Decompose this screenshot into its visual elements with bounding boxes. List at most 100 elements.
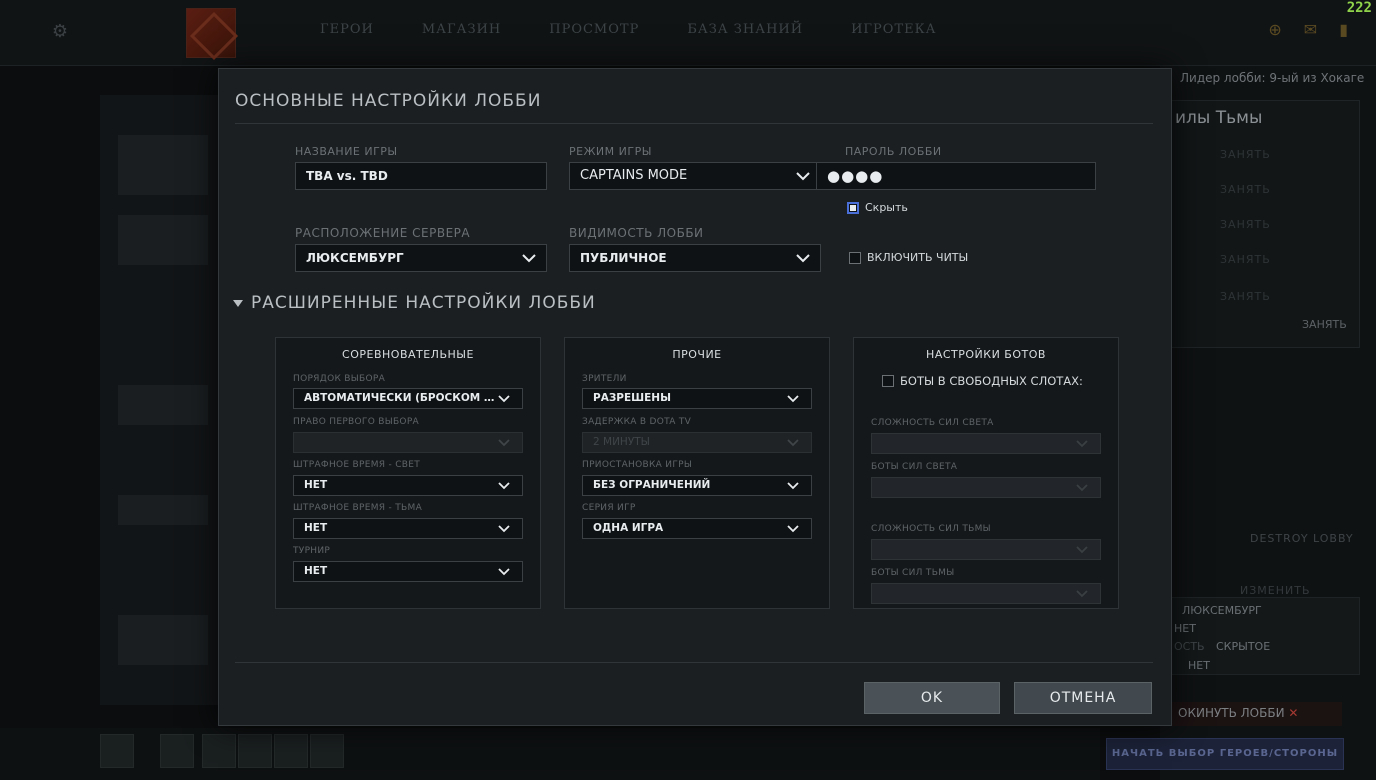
top-nav: ГЕРОИ МАГАЗИН ПРОСМОТР БАЗА ЗНАНИЙ ИГРОТ… [296,22,961,37]
divider [235,662,1153,663]
chevron-down-icon [498,519,512,538]
pause-select[interactable]: БЕЗ ОГРАНИЧЕНИЙ [582,475,812,496]
dire-bots-select [871,583,1101,604]
series-select[interactable]: ОДНА ИГРА [582,518,812,539]
dialog-title: ОСНОВНЫЕ НАСТРОЙКИ ЛОББИ [235,91,542,111]
nav-store[interactable]: МАГАЗИН [398,22,525,37]
bars-icon[interactable]: ▮ [1339,20,1348,39]
party-slot[interactable] [274,734,308,768]
tournament-select[interactable]: НЕТ [293,561,523,582]
enable-cheats-checkbox[interactable]: ВКЛЮЧИТЬ ЧИТЫ [849,251,968,264]
ok-button[interactable]: OK [864,682,1000,714]
chevron-down-icon [1076,540,1090,559]
cancel-button[interactable]: ОТМЕНА [1014,682,1152,714]
chevron-down-icon [1076,478,1090,497]
first-pick-label: ПРАВО ПЕРВОГО ВЫБОРА [293,417,420,427]
pick-order-value: АВТОМАТИЧЕСКИ (БРОСКОМ МОНЕТЫ) [304,392,523,404]
take-slot-button[interactable]: ЗАНЯТЬ [1220,290,1271,303]
radiant-bots-label: БОТЫ СИЛ СВЕТА [871,462,958,472]
settings-gear-icon[interactable]: ⚙ [50,22,70,42]
start-hero-pick-button[interactable]: НАЧАТЬ ВЫБОР ГЕРОЕВ/СТОРОНЫ [1106,738,1344,770]
hide-password-label: Скрыть [865,201,908,214]
pause-label: ПРИОСТАНОВКА ИГРЫ [582,460,693,470]
dire-difficulty-label: СЛОЖНОСТЬ СИЛ ТЬМЫ [871,524,991,534]
chevron-down-icon [1076,584,1090,603]
checkbox-unchecked-icon [882,375,894,387]
info-value: НЕТ [1188,659,1210,672]
series-label: СЕРИЯ ИГР [582,503,636,513]
nav-learn[interactable]: БАЗА ЗНАНИЙ [663,22,827,37]
penalty-dire-label: ШТРАФНОЕ ВРЕМЯ - ТЬМА [293,503,423,513]
server-select[interactable]: ЛЮКСЕМБУРГ [295,244,547,272]
bots-title: НАСТРОЙКИ БОТОВ [926,348,1046,361]
info-label: ОСТЬ [1174,640,1205,653]
game-mode-select[interactable]: CAPTAINS MODE [569,162,821,190]
advanced-settings-title: РАСШИРЕННЫЕ НАСТРОЙКИ ЛОББИ [251,293,596,313]
enable-cheats-label: ВКЛЮЧИТЬ ЧИТЫ [867,251,969,264]
chevron-down-icon [498,476,512,495]
take-slot-button[interactable]: ЗАНЯТЬ [1220,218,1271,231]
destroy-lobby-button[interactable]: DESTROY LOBBY [1250,532,1354,545]
take-slot-button[interactable]: ЗАНЯТЬ [1220,253,1271,266]
pause-value: БЕЗ ОГРАНИЧЕНИЙ [593,479,711,491]
dire-team-title: илы Тьмы [1175,108,1263,128]
party-icon[interactable] [100,734,134,768]
nav-arcade[interactable]: ИГРОТЕКА [827,22,960,37]
tv-delay-value: 2 МИНУТЫ [593,436,650,448]
checkbox-unchecked-icon [849,251,861,264]
other-title: ПРОЧИЕ [672,348,722,361]
top-icons: ⊕ ✉ ▮ [1268,20,1348,39]
chevron-down-icon [787,389,801,408]
change-settings-button[interactable]: ИЗМЕНИТЬ [1240,584,1311,597]
spectators-label: ЗРИТЕЛИ [582,374,627,384]
penalty-dire-value: НЕТ [304,522,328,534]
penalty-radiant-label: ШТРАФНОЕ ВРЕМЯ - СВЕТ [293,460,421,470]
hide-password-checkbox[interactable]: Скрыть [847,201,908,214]
take-slot-button[interactable]: ЗАНЯТЬ [1220,183,1271,196]
leave-lobby-button[interactable]: ОКИНУТЬ ЛОББИ ✕ [1172,702,1342,726]
tv-delay-select: 2 МИНУТЫ [582,432,812,453]
first-pick-select [293,432,523,453]
tournament-value: НЕТ [304,565,328,577]
penalty-radiant-select[interactable]: НЕТ [293,475,523,496]
competitive-title: СОРЕВНОВАТЕЛЬНЫЕ [342,348,474,361]
penalty-dire-select[interactable]: НЕТ [293,518,523,539]
fps-counter: 222 [1346,0,1372,16]
left-block [118,615,208,665]
tv-delay-label: ЗАДЕРЖКА В DOTA TV [582,417,692,427]
spectators-select[interactable]: РАЗРЕШЕНЫ [582,388,812,409]
dire-difficulty-select [871,539,1101,560]
plus-icon[interactable]: ⊕ [1268,20,1281,39]
advanced-settings-toggle[interactable]: РАСШИРЕННЫЕ НАСТРОЙКИ ЛОББИ [233,293,596,313]
penalty-radiant-value: НЕТ [304,479,328,491]
game-mode-label: РЕЖИМ ИГРЫ [569,145,652,158]
avatar[interactable] [160,734,194,768]
nav-heroes[interactable]: ГЕРОИ [296,22,398,37]
party-slot[interactable] [202,734,236,768]
password-input[interactable]: ●●●● [816,162,1096,190]
left-block [118,385,208,425]
chevron-down-icon [796,245,810,271]
take-slot-button[interactable]: ЗАНЯТЬ [1220,148,1271,161]
bot-settings-panel: НАСТРОЙКИ БОТОВ БОТЫ В СВОБОДНЫХ СЛОТАХ:… [853,337,1119,609]
fill-bots-checkbox[interactable]: БОТЫ В СВОБОДНЫХ СЛОТАХ: [882,374,1083,388]
spectator-take-button[interactable]: ЗАНЯТЬ [1302,318,1347,331]
chevron-down-icon [498,389,512,408]
mail-icon[interactable]: ✉ [1304,20,1317,39]
radiant-difficulty-select [871,433,1101,454]
pick-order-select[interactable]: АВТОМАТИЧЕСКИ (БРОСКОМ МОНЕТЫ) [293,388,523,409]
spectators-value: РАЗРЕШЕНЫ [593,392,671,404]
party-slot[interactable] [310,734,344,768]
radiant-difficulty-label: СЛОЖНОСТЬ СИЛ СВЕТА [871,418,994,428]
chevron-down-icon [1076,434,1090,453]
dota-logo[interactable] [186,8,236,58]
game-name-input[interactable]: TBA vs. TBD [295,162,547,190]
left-block [118,495,208,525]
info-visibility: СКРЫТОЕ [1216,640,1271,653]
visibility-value: ПУБЛИЧНОЕ [580,251,667,265]
nav-watch[interactable]: ПРОСМОТР [525,22,663,37]
divider [235,123,1153,124]
party-slot[interactable] [238,734,272,768]
visibility-select[interactable]: ПУБЛИЧНОЕ [569,244,821,272]
pick-order-label: ПОРЯДОК ВЫБОРА [293,374,386,384]
